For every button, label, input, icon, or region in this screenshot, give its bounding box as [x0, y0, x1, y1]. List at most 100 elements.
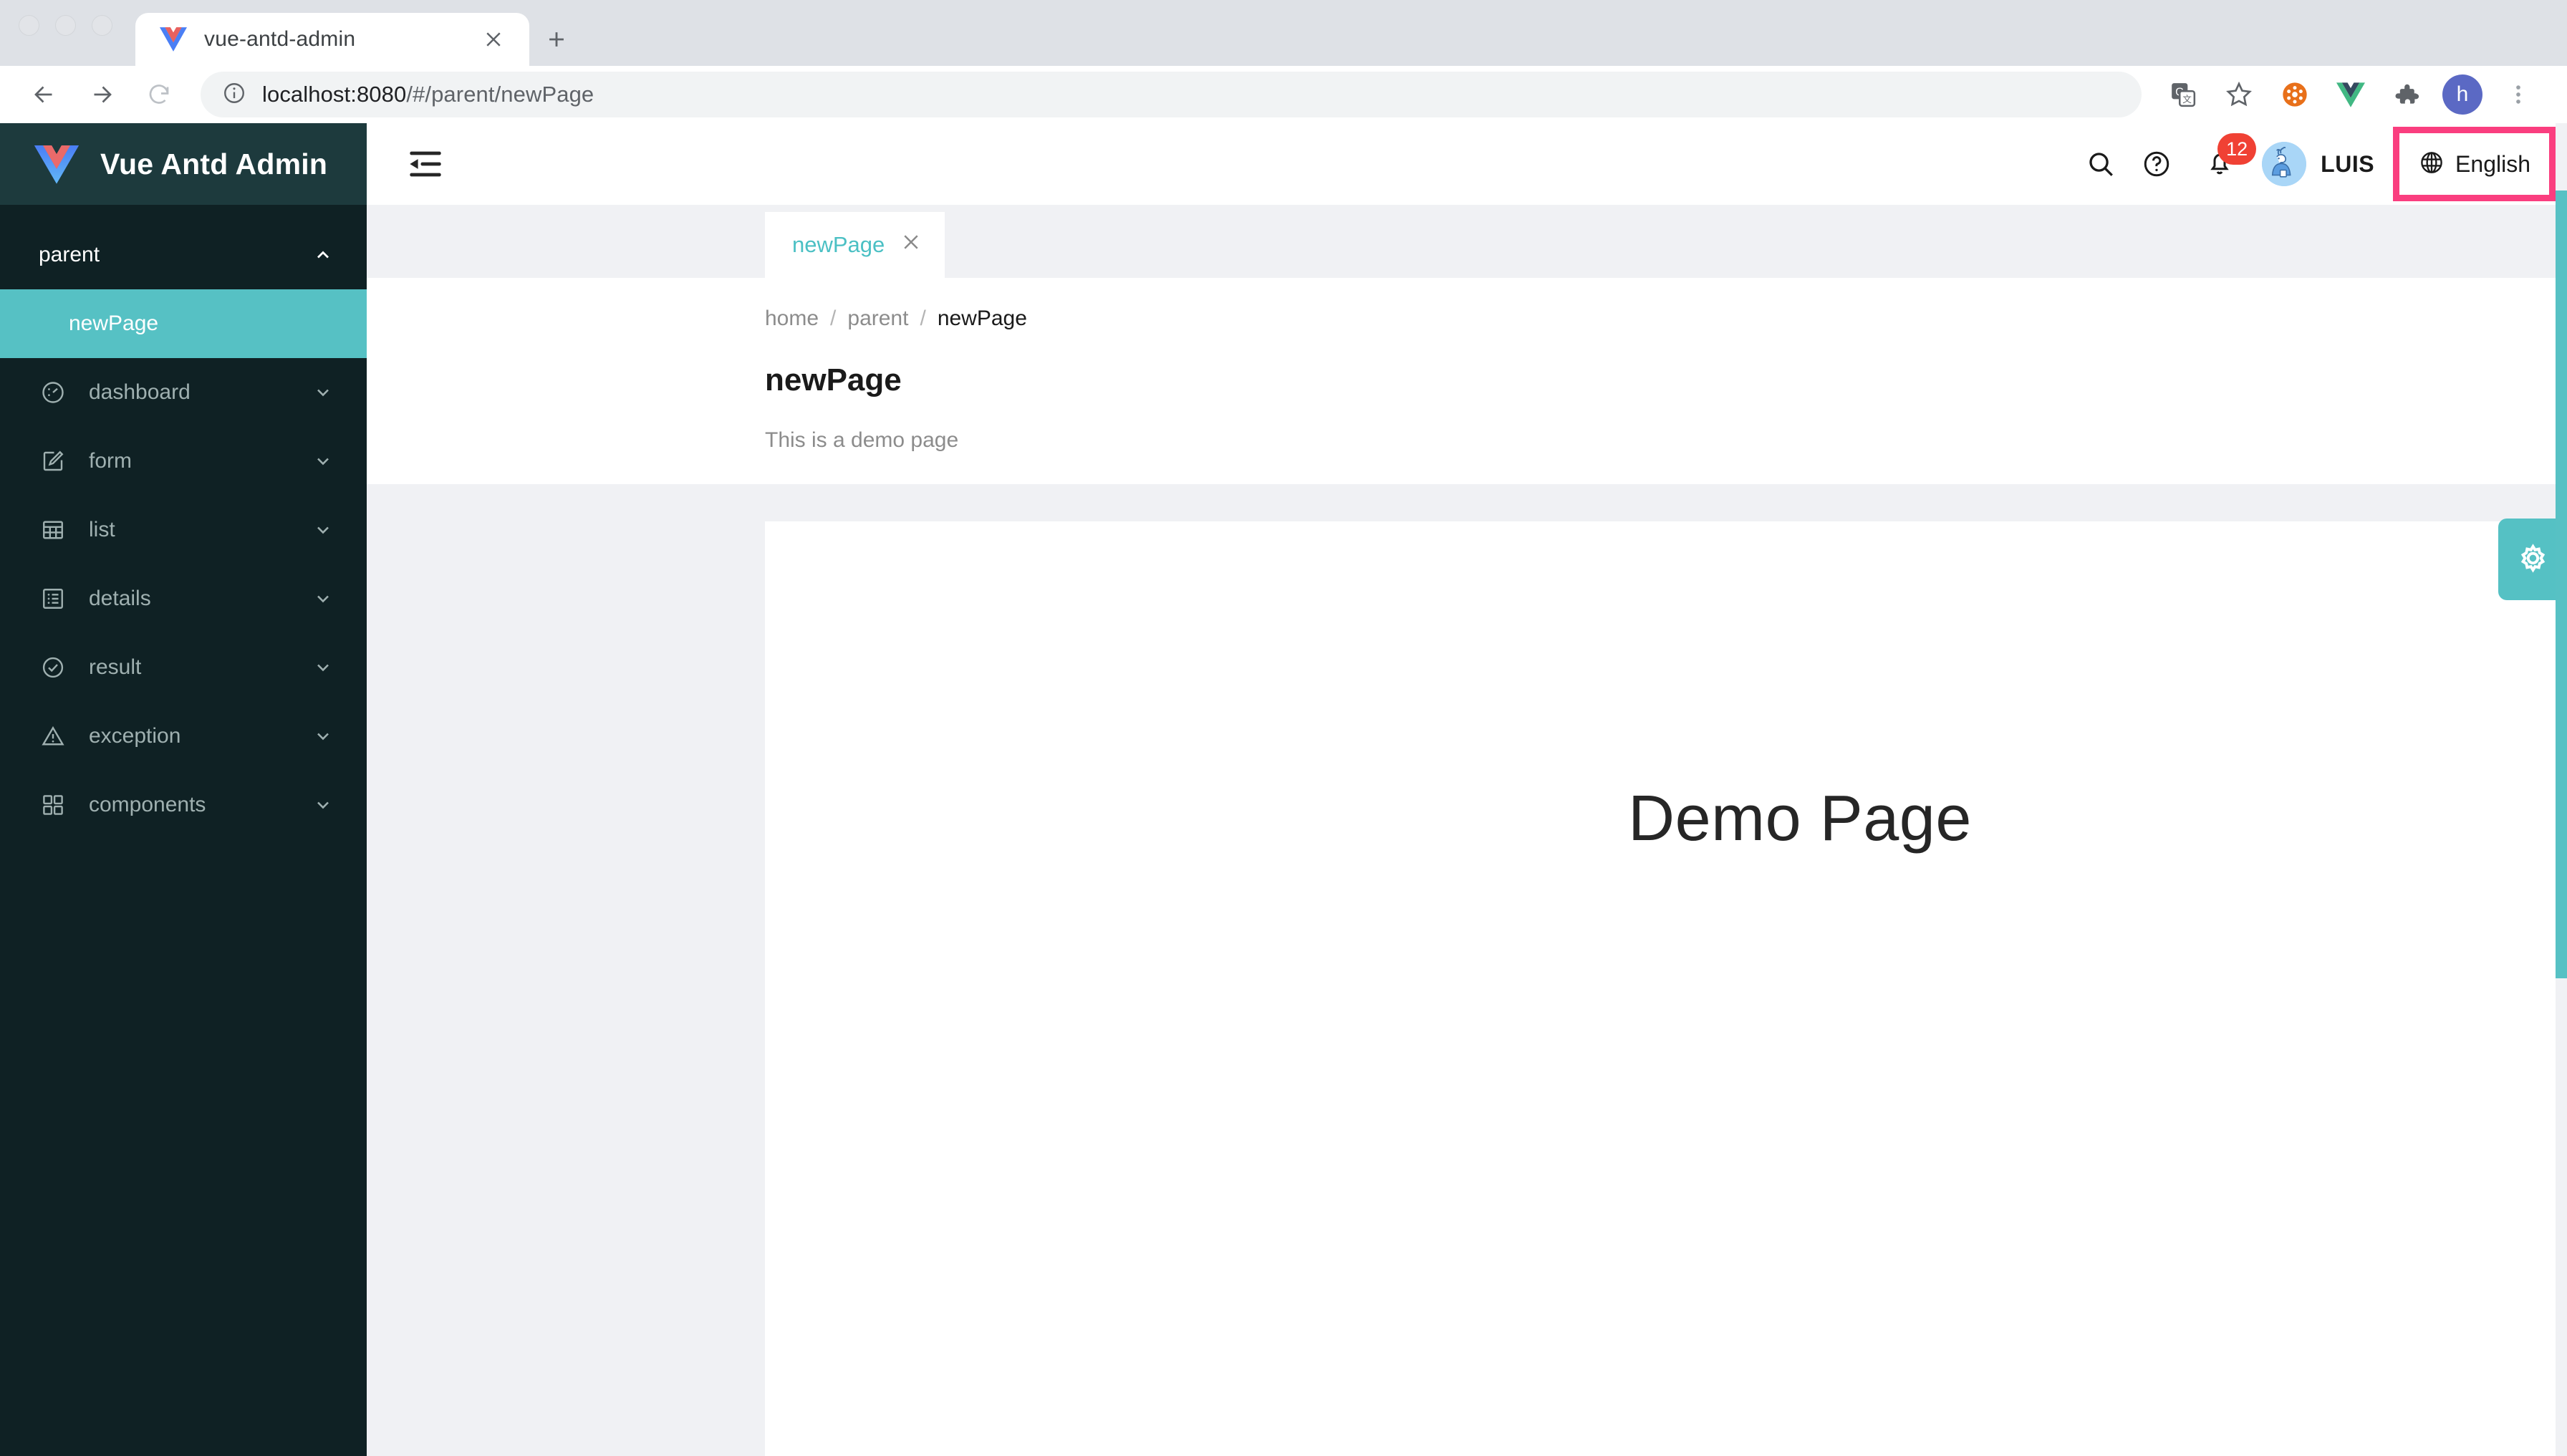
omnibox-url: localhost:8080/#/parent/newPage — [262, 82, 594, 107]
sidebar-item-form[interactable]: form — [0, 427, 367, 496]
breadcrumb-item-parent[interactable]: parent — [847, 307, 908, 331]
demo-page-heading: Demo Page — [765, 782, 2567, 856]
browser-extension-icons: G 文 — [2159, 70, 2543, 119]
language-selector[interactable]: English — [2393, 127, 2556, 201]
check-circle-icon — [39, 653, 67, 682]
sidebar-item-list[interactable]: list — [0, 496, 367, 564]
three-dots-vertical-icon[interactable] — [2494, 70, 2543, 119]
chevron-down-icon — [312, 725, 334, 747]
browser-omnibar: localhost:8080/#/parent/newPage G 文 — [0, 66, 2567, 123]
sidebar-item-label: list — [89, 518, 312, 542]
content-area: Demo Page — [367, 484, 2567, 1456]
sidebar-item-details[interactable]: details — [0, 564, 367, 633]
info-circle-icon[interactable] — [222, 81, 246, 109]
translate-icon[interactable]: G 文 — [2159, 70, 2207, 119]
notification-badge: 12 — [2217, 133, 2256, 165]
sidebar-subitem-label: newPage — [69, 312, 158, 336]
breadcrumb-item-home[interactable]: home — [765, 307, 819, 331]
page-header: home / parent / newPage newPage This is … — [367, 278, 2567, 484]
app-shell: Vue Antd Admin parent newPage d — [0, 123, 2567, 1456]
profile-initial: h — [2442, 74, 2482, 115]
sidebar: Vue Antd Admin parent newPage d — [0, 123, 367, 1456]
language-label: English — [2455, 151, 2530, 178]
close-icon[interactable] — [900, 231, 922, 259]
page-title: newPage — [765, 362, 2567, 398]
chevron-down-icon — [312, 450, 334, 472]
appstore-grid-icon — [39, 791, 67, 819]
warning-triangle-icon — [39, 722, 67, 751]
profile-list-icon — [39, 584, 67, 613]
window-close-dot[interactable] — [19, 15, 39, 36]
close-icon[interactable] — [478, 24, 509, 55]
deer-avatar-icon — [2262, 142, 2306, 186]
page-scrollbar-thumb[interactable] — [2556, 191, 2567, 978]
sidebar-item-newpage[interactable]: newPage — [0, 289, 367, 358]
omnibox-url-host: localhost:8080 — [262, 82, 406, 107]
sidebar-item-exception[interactable]: exception — [0, 702, 367, 771]
arrow-right-icon[interactable] — [76, 69, 127, 120]
sidebar-item-components[interactable]: components — [0, 771, 367, 839]
page-scrollbar-track[interactable] — [2556, 123, 2567, 1456]
dashboard-icon — [39, 378, 67, 407]
sidebar-logo-bar[interactable]: Vue Antd Admin — [0, 123, 367, 205]
menu-fold-icon[interactable] — [404, 143, 447, 185]
breadcrumb: home / parent / newPage — [765, 307, 2567, 331]
omnibox[interactable]: localhost:8080/#/parent/newPage — [201, 72, 2142, 117]
window-maximize-dot[interactable] — [92, 15, 112, 36]
vue-logo-icon — [34, 144, 79, 184]
sidebar-menu: parent newPage dashboard — [0, 205, 367, 839]
content-card: Demo Page — [765, 521, 2567, 1456]
browser-tab[interactable]: vue-antd-admin — [135, 13, 529, 66]
reload-icon[interactable] — [133, 69, 185, 120]
browser-tab-title: vue-antd-admin — [204, 27, 461, 52]
search-icon[interactable] — [2073, 123, 2129, 205]
vue-logo-icon — [160, 26, 187, 53]
breadcrumb-separator: / — [920, 307, 925, 331]
extension-orange-icon[interactable] — [2270, 70, 2319, 119]
chevron-down-icon — [312, 794, 334, 816]
arrow-left-icon[interactable] — [19, 69, 70, 120]
chevron-down-icon — [312, 382, 334, 403]
browser-profile-avatar[interactable]: h — [2438, 70, 2487, 119]
vue-devtools-icon[interactable] — [2326, 70, 2375, 119]
sidebar-item-label: parent — [39, 243, 312, 267]
form-edit-icon — [39, 447, 67, 476]
chevron-down-icon — [312, 519, 334, 541]
window-traffic-lights — [19, 0, 135, 66]
sidebar-brand: Vue Antd Admin — [100, 148, 327, 181]
sidebar-item-label: components — [89, 793, 312, 817]
page-tab-newpage[interactable]: newPage — [765, 212, 945, 278]
chevron-down-icon — [312, 657, 334, 678]
user-name: LUIS — [2321, 151, 2374, 178]
page-tabbar: newPage — [367, 205, 2567, 278]
sidebar-item-result[interactable]: result — [0, 633, 367, 702]
puzzle-extensions-icon[interactable] — [2382, 70, 2431, 119]
app-header: 12 — [367, 123, 2567, 205]
chevron-down-icon — [312, 588, 334, 609]
header-actions: 12 — [2073, 123, 2567, 205]
user-profile[interactable]: LUIS — [2258, 142, 2393, 186]
breadcrumb-item-newpage: newPage — [938, 307, 1027, 331]
main-region: 12 — [367, 123, 2567, 1456]
plus-icon[interactable] — [529, 13, 584, 66]
sidebar-item-label: details — [89, 587, 312, 611]
page-description: This is a demo page — [765, 428, 2567, 453]
sidebar-item-label: dashboard — [89, 380, 312, 405]
table-icon — [39, 516, 67, 544]
browser-tabstrip: vue-antd-admin — [0, 0, 2567, 66]
svg-text:文: 文 — [2182, 95, 2192, 105]
gear-icon — [2514, 539, 2551, 580]
question-circle-icon[interactable] — [2129, 123, 2185, 205]
notification-bell-button[interactable]: 12 — [2192, 123, 2248, 205]
sidebar-item-label: result — [89, 655, 312, 680]
bookmark-star-icon[interactable] — [2215, 70, 2263, 119]
sidebar-item-label: form — [89, 449, 312, 473]
sidebar-item-label: exception — [89, 724, 312, 748]
sidebar-item-parent[interactable]: parent — [0, 221, 367, 289]
sidebar-item-dashboard[interactable]: dashboard — [0, 358, 367, 427]
window-minimize-dot[interactable] — [55, 15, 76, 36]
omnibox-url-path: /#/parent/newPage — [406, 82, 594, 107]
page-tab-label: newPage — [792, 232, 885, 258]
globe-icon — [2418, 149, 2445, 180]
breadcrumb-separator: / — [830, 307, 836, 331]
